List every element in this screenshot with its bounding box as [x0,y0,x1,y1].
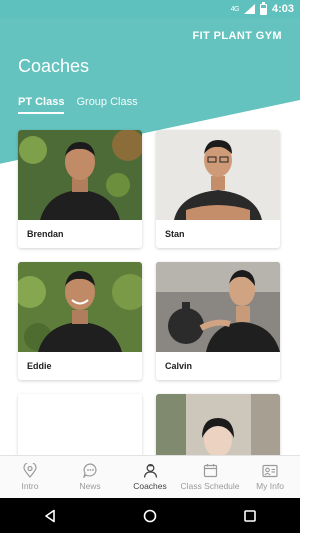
coach-card[interactable]: Brendan [18,130,142,248]
nav-label: Coaches [133,481,167,491]
coach-photo [156,262,280,352]
status-bar: 4G 4:03 [0,0,300,18]
map-pin-icon [23,463,37,478]
coach-name: Eddie [27,361,52,371]
nav-label: My Info [256,480,284,491]
nav-item-news[interactable]: News [60,463,120,491]
battery-icon [259,1,267,15]
coach-name: Brendan [27,229,64,239]
recents-square-icon [244,509,256,522]
chat-bubble-icon [82,463,97,478]
back-button[interactable] [38,504,62,528]
nav-label: Class Schedule [180,481,240,491]
id-card-icon [262,464,278,477]
nav-item-class-schedule[interactable]: Class Schedule [180,463,240,491]
network-type: 4G [230,5,240,13]
brand-name: FIT PLANT GYM [192,30,282,42]
home-button[interactable] [138,504,162,528]
system-nav-bar [0,498,300,533]
class-tabs: PT Class Group Class [18,96,138,114]
clock: 4:03 [271,3,294,15]
coach-card[interactable]: Calvin [156,262,280,380]
nav-item-my-info[interactable]: My Info [240,464,300,491]
coach-name: Stan [165,229,185,239]
calendar-icon [203,464,217,478]
coach-photo [18,262,142,352]
coach-card[interactable]: Stan [156,130,280,248]
nav-label: Intro [21,481,39,491]
home-circle-icon [143,509,157,522]
tab-group-class[interactable]: Group Class [76,96,137,114]
page-title: Coaches [18,56,90,76]
nav-item-intro[interactable]: Intro [0,463,60,491]
nav-item-coaches[interactable]: Coaches [120,463,180,491]
coach-person-icon [143,464,157,478]
nav-label: News [79,481,101,491]
signal-icon [243,4,255,14]
recents-button[interactable] [238,504,262,528]
bottom-nav: Intro News Coaches Class Schedule My Inf… [0,455,300,498]
coach-name: Calvin [165,361,193,371]
tab-pt-class[interactable]: PT Class [18,96,65,114]
back-triangle-icon [45,509,55,522]
coach-card[interactable]: Eddie [18,262,142,380]
coach-photo [18,130,142,220]
coach-photo [156,130,280,220]
